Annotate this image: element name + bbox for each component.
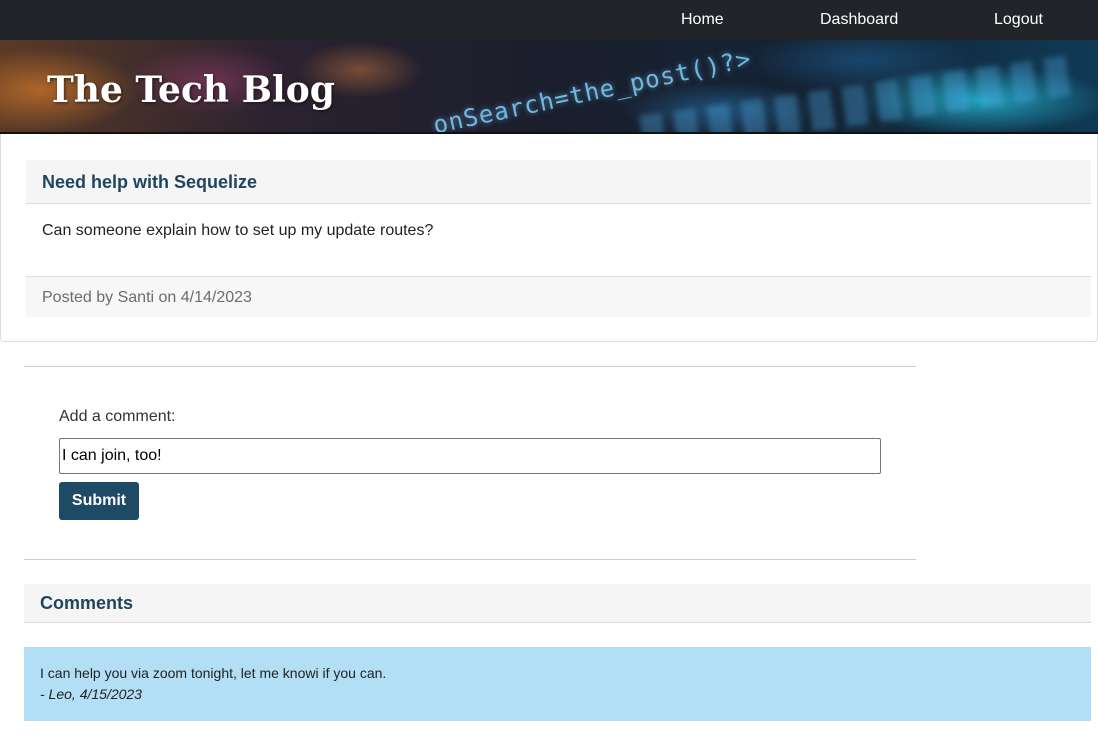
post-footer: Posted by Santi on 4/14/2023 bbox=[26, 276, 1091, 317]
nav-link-home[interactable]: Home bbox=[681, 0, 724, 40]
nav-link-logout[interactable]: Logout bbox=[994, 0, 1043, 40]
post-header: Need help with Sequelize bbox=[26, 160, 1091, 204]
nav-link-dashboard[interactable]: Dashboard bbox=[820, 0, 898, 40]
post-card: Need help with Sequelize Can someone exp… bbox=[0, 134, 1098, 342]
comment-item: I can help you via zoom tonight, let me … bbox=[24, 647, 1091, 721]
site-title[interactable]: The Tech Blog bbox=[47, 68, 335, 112]
comment-meta: - Leo, 4/15/2023 bbox=[40, 686, 142, 702]
post-meta: Posted by Santi on 4/14/2023 bbox=[42, 289, 252, 306]
comment-label: Add a comment: bbox=[59, 408, 176, 425]
comments-header: Comments bbox=[24, 584, 1091, 623]
top-navbar: Home Dashboard Logout bbox=[0, 0, 1098, 40]
comment-input[interactable] bbox=[59, 438, 881, 474]
post-title: Need help with Sequelize bbox=[42, 172, 258, 192]
comment-text: I can help you via zoom tonight, let me … bbox=[40, 665, 387, 681]
divider bbox=[24, 366, 916, 367]
comments-title: Comments bbox=[40, 593, 134, 613]
divider bbox=[24, 559, 916, 560]
post-body: Can someone explain how to set up my upd… bbox=[42, 222, 434, 239]
submit-button[interactable]: Submit bbox=[59, 482, 139, 520]
